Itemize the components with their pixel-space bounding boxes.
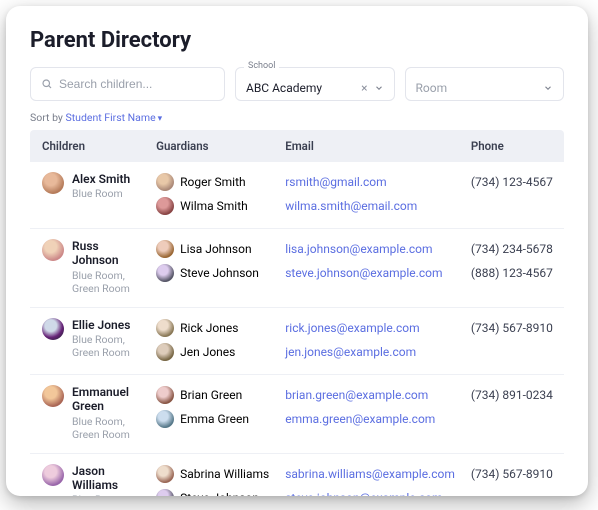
guardian-name: Rick Jones — [180, 321, 238, 335]
guardian-avatar — [156, 386, 174, 404]
guardian-email[interactable]: steve.johnson@example.com — [285, 491, 442, 496]
guardian-line: Emma Green — [156, 409, 269, 429]
guardian-name: Sabrina Williams — [180, 467, 269, 481]
child-avatar — [42, 318, 64, 340]
table-row[interactable]: Emmanuel GreenBlue Room, Green Room Brian… — [30, 374, 564, 453]
guardian-line: Wilma Smith — [156, 196, 269, 216]
guardian-line: Rick Jones — [156, 318, 269, 338]
guardian-avatar — [156, 343, 174, 361]
search-field[interactable] — [30, 67, 225, 101]
directory-card: Parent Directory School ABC Academy × Ro… — [6, 6, 588, 496]
child-name: Jason Williams — [72, 464, 140, 493]
child-name: Ellie Jones — [72, 318, 140, 332]
filter-bar: School ABC Academy × Room — [30, 67, 564, 101]
guardian-line: Lisa Johnson — [156, 239, 269, 259]
guardian-phone: (888) 123-4567 — [471, 263, 556, 283]
guardian-avatar — [156, 489, 174, 496]
child-rooms: Blue Room, Green Room — [72, 269, 140, 295]
child-avatar — [42, 464, 64, 486]
school-select[interactable]: School ABC Academy × — [235, 67, 395, 101]
guardian-line: Roger Smith — [156, 172, 269, 192]
guardian-phone: (734) 567-8910 — [471, 464, 556, 484]
table-row[interactable]: Ellie JonesBlue Room, Green Room Rick Jon… — [30, 307, 564, 374]
guardian-line: Steve Johnson — [156, 263, 269, 283]
school-label: School — [244, 61, 279, 71]
guardian-avatar — [156, 240, 174, 258]
guardian-avatar — [156, 465, 174, 483]
col-header-guardians[interactable]: Guardians — [148, 130, 277, 162]
guardian-phone — [471, 409, 556, 429]
child-rooms: Blue Room, Green Room — [72, 415, 140, 441]
child-rooms: Blue Room — [72, 187, 130, 200]
guardian-name: Roger Smith — [180, 175, 245, 189]
guardian-email[interactable]: wilma.smith@email.com — [285, 199, 417, 213]
guardian-email[interactable]: lisa.johnson@example.com — [285, 242, 432, 256]
guardian-email[interactable]: rsmith@gmail.com — [285, 175, 386, 189]
child-name: Emmanuel Green — [72, 385, 140, 414]
child-rooms: Blue Room, Green Room — [72, 493, 140, 496]
search-icon — [41, 78, 53, 90]
chevron-down-icon — [543, 83, 553, 93]
search-input[interactable] — [59, 77, 214, 91]
guardian-name: Jen Jones — [180, 345, 235, 359]
guardian-name: Brian Green — [180, 388, 242, 402]
guardian-phone: (734) 567-8910 — [471, 318, 556, 338]
child-rooms: Blue Room, Green Room — [72, 333, 140, 359]
guardian-phone: (734) 123-4567 — [471, 172, 556, 192]
guardian-line: Brian Green — [156, 385, 269, 405]
guardian-line: Sabrina Williams — [156, 464, 269, 484]
guardian-phone: (734) 234-5678 — [471, 239, 556, 259]
child-avatar — [42, 239, 64, 261]
room-placeholder: Room — [416, 81, 544, 95]
chevron-down-icon — [374, 83, 384, 93]
col-header-children[interactable]: Children — [30, 130, 148, 162]
guardian-avatar — [156, 264, 174, 282]
child-name: Russ Johnson — [72, 239, 140, 268]
guardian-name: Steve Johnson — [180, 491, 259, 496]
guardian-phone — [471, 488, 556, 496]
guardian-email[interactable]: steve.johnson@example.com — [285, 266, 442, 280]
child-name: Alex Smith — [72, 172, 130, 186]
guardian-avatar — [156, 173, 174, 191]
guardian-email[interactable]: sabrina.williams@example.com — [285, 467, 455, 481]
sort-value: Student First Name — [66, 111, 156, 124]
guardian-name: Lisa Johnson — [180, 242, 251, 256]
guardian-email[interactable]: rick.jones@example.com — [285, 321, 419, 335]
guardian-email[interactable]: jen.jones@example.com — [285, 345, 416, 359]
clear-school-icon[interactable]: × — [361, 81, 367, 95]
sort-bar: Sort by Student First Name▾ — [30, 111, 564, 124]
directory-table: Children Guardians Email Phone Alex Smit… — [30, 130, 564, 496]
chevron-down-icon: ▾ — [158, 114, 163, 124]
guardian-email[interactable]: emma.green@example.com — [285, 412, 435, 426]
sort-prefix: Sort by — [30, 111, 63, 124]
guardian-line: Steve Johnson — [156, 488, 269, 496]
guardian-avatar — [156, 410, 174, 428]
room-select[interactable]: Room — [405, 67, 565, 101]
col-header-email[interactable]: Email — [277, 130, 463, 162]
child-avatar — [42, 172, 64, 194]
page-title: Parent Directory — [30, 28, 564, 53]
guardian-name: Emma Green — [180, 412, 249, 426]
sort-dropdown[interactable]: Student First Name▾ — [66, 111, 163, 124]
guardian-avatar — [156, 197, 174, 215]
table-row[interactable]: Alex SmithBlue Room Roger Smith Wilma Smit… — [30, 162, 564, 229]
guardian-phone: (734) 891-0234 — [471, 385, 556, 405]
child-avatar — [42, 385, 64, 407]
table-row[interactable]: Russ JohnsonBlue Room, Green Room Lisa Jo… — [30, 229, 564, 308]
guardian-phone — [471, 196, 556, 216]
col-header-phone[interactable]: Phone — [463, 130, 564, 162]
school-value: ABC Academy — [246, 81, 361, 95]
guardian-name: Steve Johnson — [180, 266, 259, 280]
guardian-phone — [471, 342, 556, 362]
table-row[interactable]: Jason WilliamsBlue Room, Green Room Sabri… — [30, 453, 564, 496]
guardian-avatar — [156, 319, 174, 337]
guardian-email[interactable]: brian.green@example.com — [285, 388, 428, 402]
guardian-name: Wilma Smith — [180, 199, 248, 213]
guardian-line: Jen Jones — [156, 342, 269, 362]
